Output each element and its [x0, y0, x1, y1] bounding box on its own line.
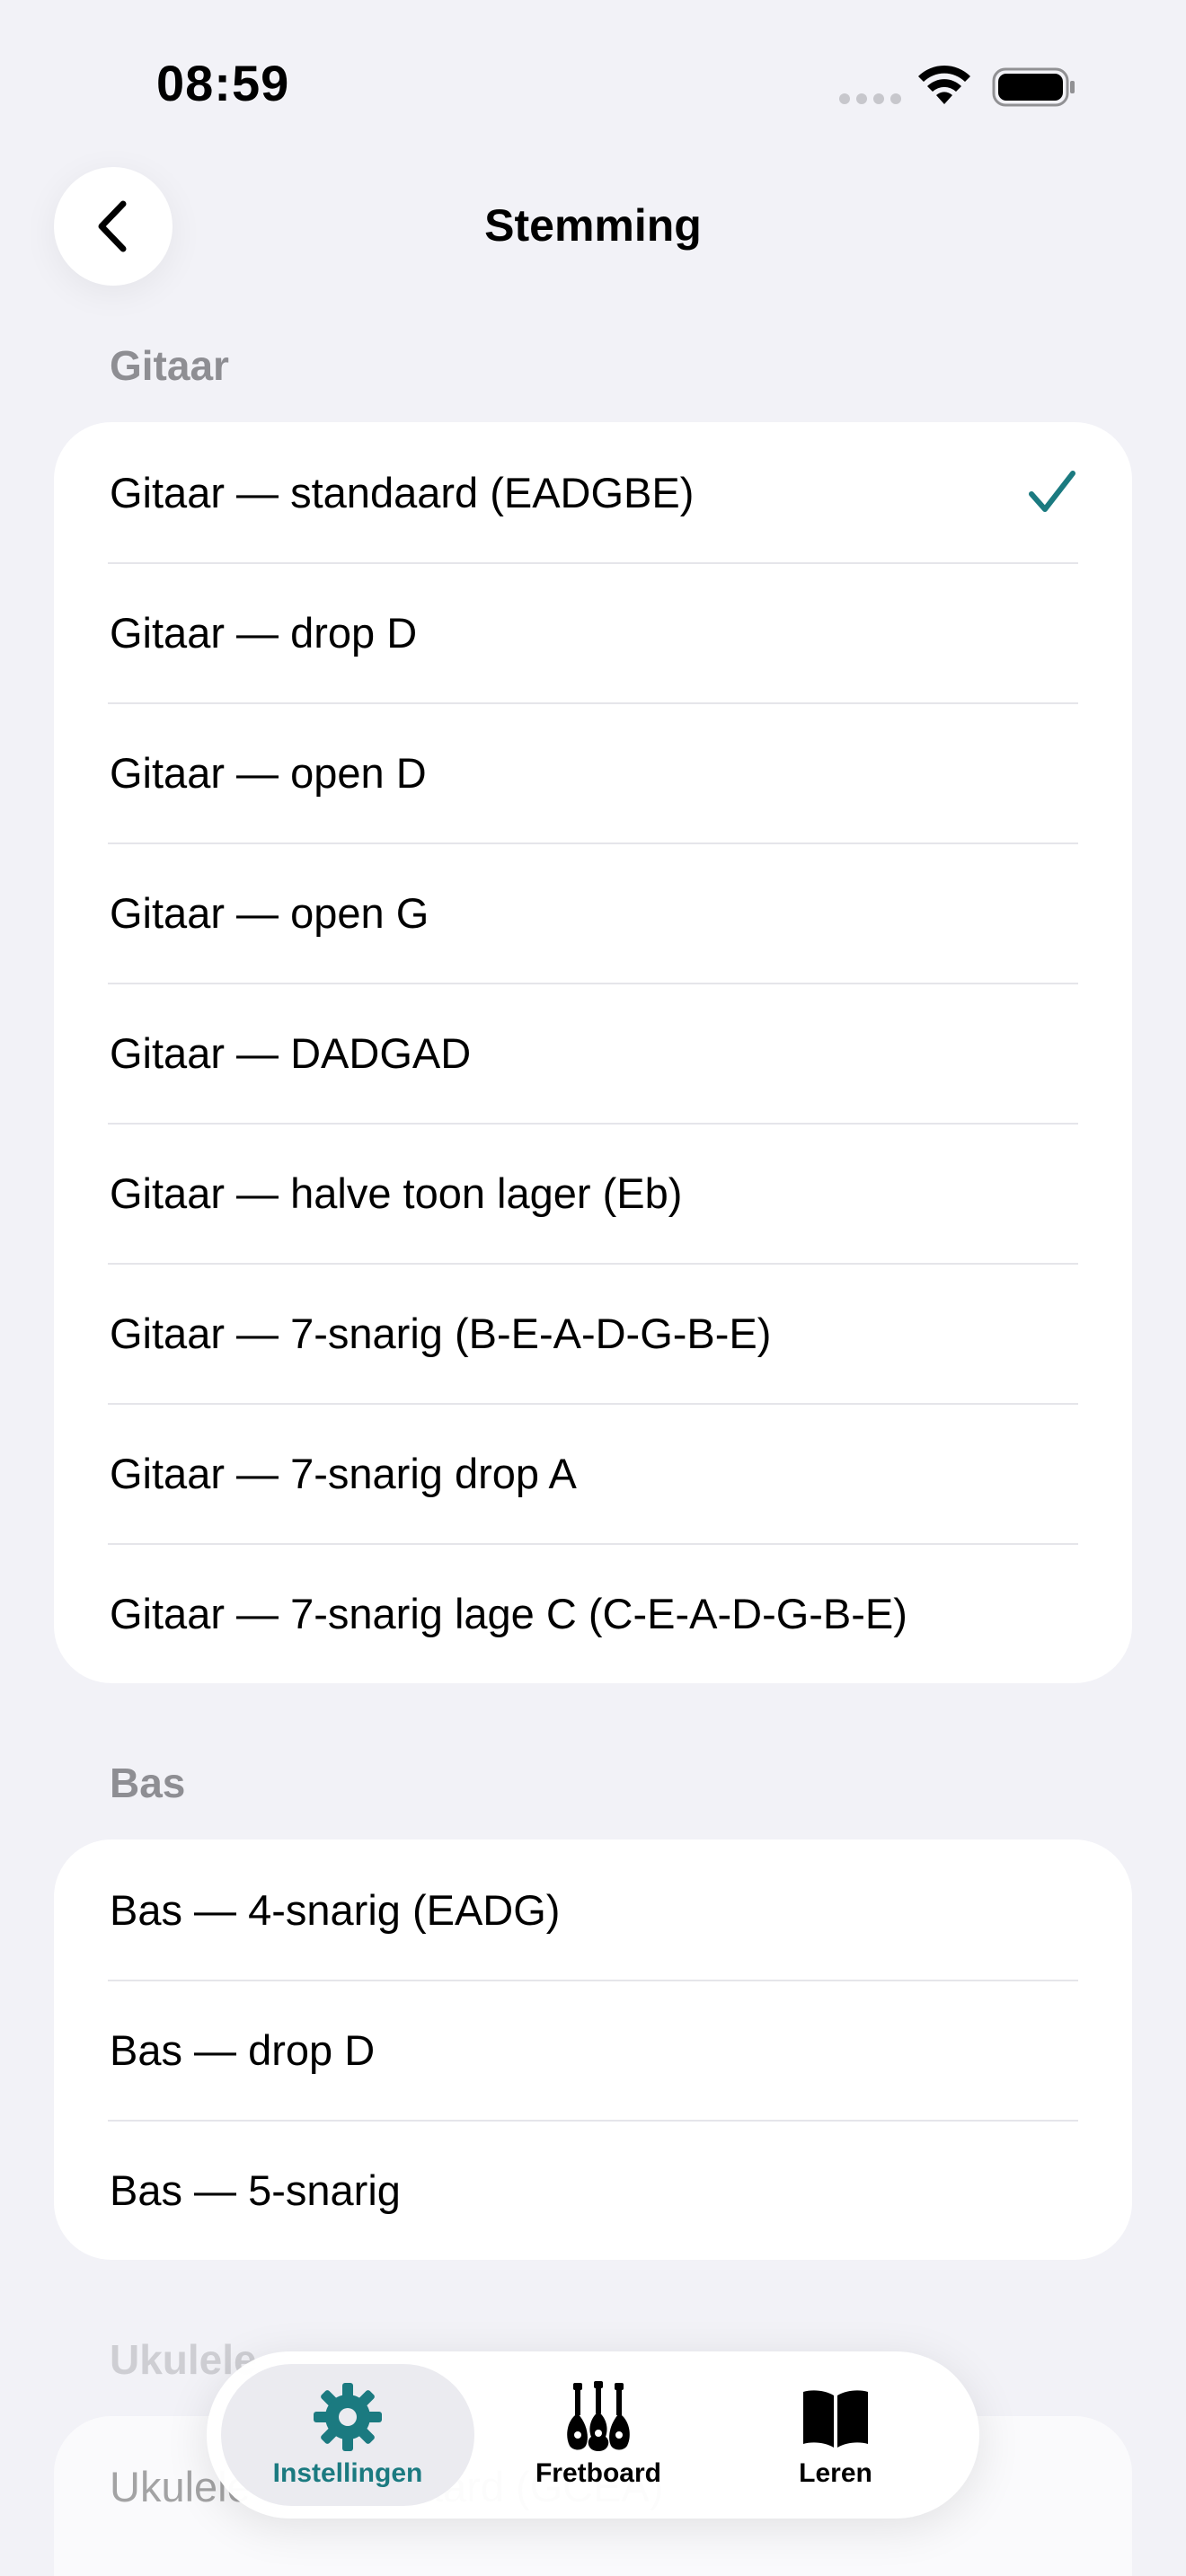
tuning-label: Bas — drop D — [110, 2025, 376, 2074]
tuning-label: Gitaar — open D — [110, 748, 427, 797]
tab-bar: Instellingen Fretboard Leren — [207, 2351, 979, 2519]
tuning-row-guitar-7-string-drop-a[interactable]: Gitaar — 7-snarig drop A — [54, 1403, 1132, 1543]
tuning-label: Gitaar — open G — [110, 888, 429, 937]
tuning-label: Gitaar — 7-snarig drop A — [110, 1449, 577, 1497]
tab-label: Instellingen — [272, 2458, 423, 2488]
tuning-label: Bas — 4-snarig (EADG) — [110, 1885, 561, 1934]
tuning-row-guitar-standard[interactable]: Gitaar — standaard (EADGBE) — [54, 422, 1132, 562]
status-time: 08:59 — [156, 55, 290, 111]
tuning-row-bass-5-string[interactable]: Bas — 5-snarig — [54, 2120, 1132, 2260]
checkmark-icon — [1029, 471, 1075, 512]
tab-instellingen[interactable]: Instellingen — [221, 2364, 474, 2506]
tuning-label: Gitaar — 7-snarig (B-E-A-D-G-B-E) — [110, 1309, 772, 1357]
wifi-icon — [918, 65, 970, 104]
tab-fretboard[interactable]: Fretboard — [491, 2364, 706, 2506]
tab-label: Fretboard — [535, 2458, 661, 2488]
tuning-label: Gitaar — 7-snarig lage C (C-E-A-D-G-B-E) — [110, 1589, 907, 1637]
tuning-label: Gitaar — standaard (EADGBE) — [110, 468, 695, 516]
gear-icon — [314, 2383, 382, 2451]
guitar-tuning-list: Gitaar — standaard (EADGBE) Gitaar — dro… — [54, 422, 1132, 1683]
instruments-icon — [567, 2381, 630, 2451]
tuning-row-guitar-dadgad[interactable]: Gitaar — DADGAD — [54, 983, 1132, 1123]
tab-label: Leren — [799, 2458, 872, 2488]
tuning-row-guitar-7-string[interactable]: Gitaar — 7-snarig (B-E-A-D-G-B-E) — [54, 1263, 1132, 1403]
tuning-row-guitar-drop-d[interactable]: Gitaar — drop D — [54, 562, 1132, 702]
tuning-label: Gitaar — halve toon lager (Eb) — [110, 1169, 683, 1217]
book-icon — [803, 2390, 868, 2448]
tuning-row-guitar-7-string-low-c[interactable]: Gitaar — 7-snarig lage C (C-E-A-D-G-B-E) — [54, 1543, 1132, 1683]
tuning-row-guitar-open-d[interactable]: Gitaar — open D — [54, 702, 1132, 842]
page-title: Stemming — [484, 200, 702, 251]
status-bar: 08:59 — [0, 0, 1186, 180]
bass-tuning-list: Bas — 4-snarig (EADG) Bas — drop D Bas —… — [54, 1839, 1132, 2260]
tuning-row-guitar-half-step-down[interactable]: Gitaar — halve toon lager (Eb) — [54, 1123, 1132, 1263]
tuning-row-bass-4-string[interactable]: Bas — 4-snarig (EADG) — [54, 1839, 1132, 1980]
tuning-row-bass-drop-d[interactable]: Bas — drop D — [54, 1980, 1132, 2120]
section-header-bass: Bas — [110, 1760, 186, 1806]
battery-icon — [992, 67, 1075, 107]
tuning-label: Gitaar — DADGAD — [110, 1028, 472, 1077]
section-header-guitar: Gitaar — [110, 342, 229, 389]
cellular-signal-icon — [839, 93, 901, 104]
tab-leren[interactable]: Leren — [728, 2364, 943, 2506]
tuning-label: Gitaar — drop D — [110, 608, 418, 657]
tuning-label: Bas — 5-snarig — [110, 2166, 401, 2214]
tuning-row-guitar-open-g[interactable]: Gitaar — open G — [54, 842, 1132, 983]
